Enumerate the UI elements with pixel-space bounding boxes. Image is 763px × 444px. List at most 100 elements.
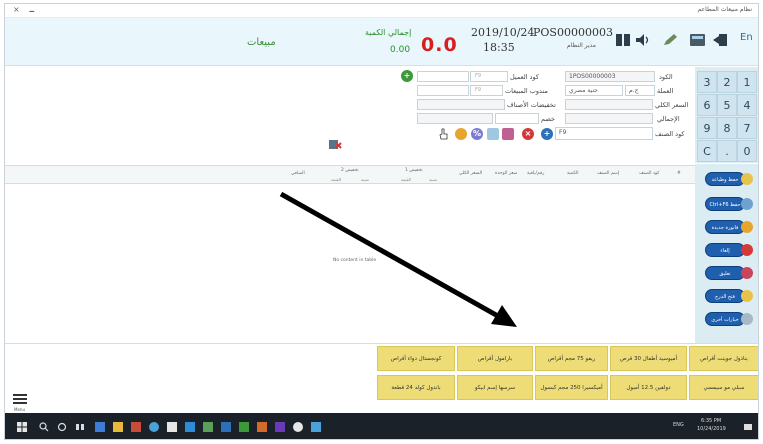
grand-total: 0.0 <box>421 34 458 56</box>
save-icon <box>741 198 753 210</box>
taskbar-app-icon[interactable] <box>275 422 285 432</box>
sales-rep-label: مندوب المبيعات <box>505 87 548 95</box>
cancel-button[interactable]: إلغاء <box>705 243 745 257</box>
product-tile[interactable]: سبلي مو سيمسي <box>689 375 758 400</box>
code-field[interactable]: 1POS00000003 <box>565 71 655 82</box>
hand-pointer-icon[interactable] <box>439 128 449 140</box>
numpad-key-0[interactable]: 0 <box>737 140 757 162</box>
item-code-input[interactable]: F9 <box>555 127 653 140</box>
numpad-key-3[interactable]: 3 <box>697 71 717 93</box>
language-button[interactable]: En <box>740 32 753 43</box>
col-discount-1-value: القيمة <box>401 177 412 182</box>
notifications-icon[interactable] <box>743 422 753 432</box>
col-discount-2-percent: نسبة <box>361 177 370 182</box>
delete-item-icon[interactable]: × <box>522 128 534 140</box>
total-field <box>565 113 653 124</box>
taskbar-app-icon[interactable] <box>131 422 141 432</box>
product-tile[interactable]: بارامول أقراص <box>457 346 533 371</box>
window-title: نظام مبيعات المطاعم <box>697 6 752 13</box>
product-tile[interactable]: كونجستال دواء أقراص <box>377 346 455 371</box>
tray-clock-date[interactable]: 10/24/2019 <box>697 426 726 432</box>
cancel-icon <box>741 244 753 256</box>
numpad-key-7[interactable]: 7 <box>737 117 757 139</box>
windows-start-icon[interactable] <box>17 422 27 432</box>
currency-code-field[interactable]: ج.م <box>625 85 655 96</box>
numpad-key-1[interactable]: 1 <box>737 71 757 93</box>
logout-icon[interactable] <box>712 33 729 47</box>
product-tile[interactable]: ريفو 75 مجم أقراص <box>535 346 608 371</box>
taskbar-app-icon[interactable] <box>95 422 105 432</box>
product-tile[interactable]: باندول كولد 24 قطعة <box>377 375 455 400</box>
numpad-key-9[interactable]: 9 <box>697 117 717 139</box>
numpad-key-8[interactable]: 8 <box>717 117 737 139</box>
discount-value-field[interactable] <box>495 113 539 124</box>
current-time: 18:35 <box>483 41 515 54</box>
tray-language[interactable]: ENG <box>673 422 684 428</box>
items-table: # كود الصنف إسم الصنف الكمية رقم/باقية س… <box>5 165 695 343</box>
sales-rep-hint: F9 <box>475 87 482 93</box>
hamburger-menu-icon[interactable] <box>13 394 27 406</box>
coins-icon[interactable] <box>455 128 467 140</box>
drawer-icon <box>741 290 753 302</box>
col-discount-1: تخفيض 1 <box>405 168 423 173</box>
edit-pencil-icon[interactable] <box>662 33 679 47</box>
excel-icon[interactable] <box>239 422 249 432</box>
numpad-key-5[interactable]: 5 <box>717 94 737 116</box>
discount-icon[interactable]: % <box>471 128 483 140</box>
speaker-icon[interactable] <box>635 33 652 47</box>
empty-table-message: No content in table <box>333 258 377 263</box>
numpad-key-dot[interactable]: . <box>717 140 737 162</box>
col-unit-price: سعر الوحدة <box>495 171 518 176</box>
numpad-key-4[interactable]: 4 <box>737 94 757 116</box>
hold-button[interactable]: تعليق <box>705 266 745 280</box>
screen-title: مبيعات <box>247 37 276 48</box>
col-total-price: السعر الكلي <box>459 171 483 176</box>
cash-drawer-icon[interactable] <box>615 33 632 47</box>
new-invoice-button[interactable]: فاتورة جديدة <box>705 220 745 234</box>
sales-rep-name-field[interactable] <box>417 85 469 96</box>
taskbar-app-icon[interactable] <box>293 422 303 432</box>
file-explorer-icon[interactable] <box>113 422 123 432</box>
add-customer-icon[interactable]: + <box>401 70 413 82</box>
close-window-button[interactable]: × <box>13 5 20 14</box>
total-qty: 0.00 <box>390 45 411 55</box>
minimize-window-button[interactable]: 🗕 <box>29 5 35 19</box>
product-tile[interactable]: أميكسيرا 250 مجم كبسول <box>535 375 608 400</box>
taskbar-app-icon[interactable] <box>311 422 321 432</box>
item-discounts-field <box>417 99 505 110</box>
taskbar-app-icon[interactable] <box>167 422 177 432</box>
taskbar-app-icon[interactable] <box>185 422 195 432</box>
calculator-icon[interactable] <box>689 33 706 47</box>
save-print-button[interactable]: حفظ وطباعة <box>705 172 745 186</box>
search-icon[interactable] <box>39 422 49 432</box>
pause-icon <box>741 267 753 279</box>
total-qty-label: إجمالي الكمية <box>365 28 412 37</box>
numpad-key-clear[interactable]: C <box>697 140 717 162</box>
task-view-icon[interactable] <box>75 422 85 432</box>
clear-invoice-icon[interactable] <box>327 137 343 151</box>
save-button[interactable]: Ctrl+F6 حفظ <box>705 197 745 211</box>
browser-icon[interactable] <box>149 422 159 432</box>
product-tile[interactable]: سرسها إسم ابيكو <box>457 375 533 400</box>
powerpoint-icon[interactable] <box>257 422 267 432</box>
product-tile[interactable]: دولفين 12.5 أمبول <box>610 375 687 400</box>
taskbar-app-icon[interactable] <box>203 422 213 432</box>
tray-clock-time[interactable]: 6:35 PM <box>701 418 721 424</box>
customer-name-field[interactable] <box>417 71 469 82</box>
gift-icon[interactable] <box>502 128 514 140</box>
cortana-icon[interactable] <box>57 422 67 432</box>
product-tile[interactable]: أميوسيد أطفال 30 قرص <box>610 346 687 371</box>
more-options-button[interactable]: خيارات أخرى <box>705 312 745 326</box>
currency-field[interactable]: جنية مصري <box>565 85 623 96</box>
print-icon <box>741 173 753 185</box>
total-price-label: السعر الكلي <box>655 101 689 109</box>
copy-icon[interactable] <box>487 128 499 140</box>
word-icon[interactable] <box>221 422 231 432</box>
numpad-key-6[interactable]: 6 <box>697 94 717 116</box>
open-drawer-button[interactable]: فتح الدرج <box>705 289 745 303</box>
taskbar: ENG 6:35 PM 10/24/2019 <box>5 413 758 439</box>
add-item-icon[interactable]: + <box>541 128 553 140</box>
numpad-key-2[interactable]: 2 <box>717 71 737 93</box>
product-tile[interactable]: بنادول جوينت أقراص <box>689 346 758 371</box>
discount-percent-field[interactable] <box>417 113 493 124</box>
